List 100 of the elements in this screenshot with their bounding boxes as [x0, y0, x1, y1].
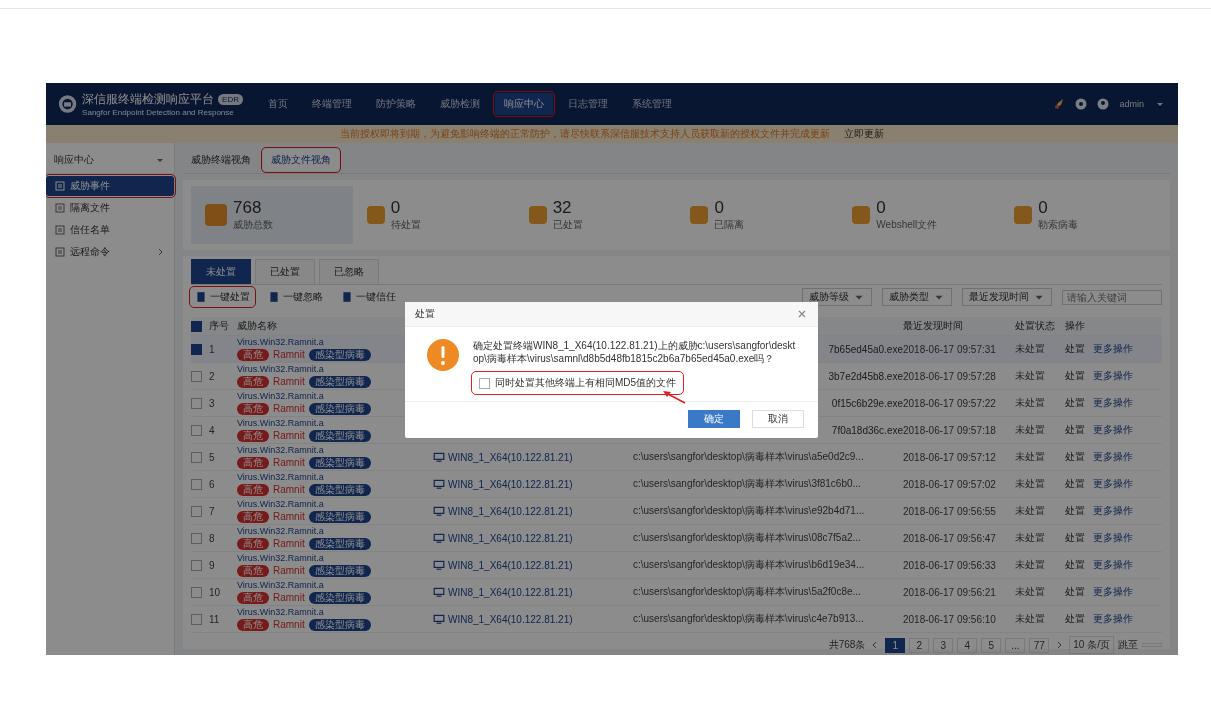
row-checkbox[interactable]	[191, 478, 202, 490]
action-link[interactable]: 处置	[1065, 585, 1085, 599]
row-checkbox[interactable]	[191, 505, 202, 517]
action-link[interactable]: 处置	[1065, 612, 1085, 626]
row-checkbox[interactable]	[191, 424, 202, 436]
table-cell-text: c:\users\sangfor\desktop\病毒样本\virus\08c7f5a2...	[633, 531, 862, 545]
row-checkbox[interactable]	[191, 613, 202, 625]
terminal-link[interactable]: WIN8_1_X64(10.122.81.21)	[433, 451, 633, 463]
nav-item[interactable]: 防护策略	[367, 93, 425, 115]
logo-title: 深信服终端检测响应平台	[82, 91, 215, 108]
search-field[interactable]: 请输入关键词	[1062, 289, 1162, 305]
more-actions-link[interactable]: 更多操作	[1093, 423, 1133, 437]
action-link[interactable]: 处置	[1065, 369, 1085, 383]
row-checkbox[interactable]	[191, 532, 202, 544]
sidebar-item[interactable]: 威胁事件	[46, 176, 174, 196]
nav-item[interactable]: 日志管理	[559, 93, 617, 115]
filter-dropdown[interactable]: 最近发现时间	[962, 288, 1052, 306]
action-link[interactable]: 处置	[1065, 531, 1085, 545]
nav-item[interactable]: 系统管理	[623, 93, 681, 115]
more-actions-link[interactable]: 更多操作	[1093, 531, 1133, 545]
toolbar-button[interactable]: 一键忽略	[264, 288, 327, 306]
stat-tile[interactable]: 768 威胁总数	[191, 186, 353, 244]
terminal-link[interactable]: WIN8_1_X64(10.122.81.21)	[433, 532, 633, 544]
view-tab[interactable]: 威胁文件视角	[263, 149, 339, 171]
confirm-button[interactable]: 确定	[688, 410, 740, 428]
monitor-icon	[433, 613, 445, 625]
page-size-select[interactable]: 10 条/页	[1069, 636, 1114, 654]
action-link[interactable]: 处置	[1065, 450, 1085, 464]
close-icon[interactable]	[796, 308, 808, 320]
threat-name-link[interactable]: Virus.Win32.Ramnit.a	[237, 526, 433, 537]
page-button[interactable]: 5	[981, 637, 1002, 653]
page-button[interactable]: 3	[933, 637, 954, 653]
sidebar-item[interactable]: 信任名单	[46, 220, 174, 240]
sidebar-item[interactable]: 远程命令	[46, 242, 174, 262]
terminal-link[interactable]: WIN8_1_X64(10.122.81.21)	[433, 559, 633, 571]
threat-name-link[interactable]: Virus.Win32.Ramnit.a	[237, 499, 433, 510]
toolbar-button[interactable]: 一键信任	[337, 288, 400, 306]
page-button[interactable]: 77	[1029, 637, 1050, 653]
more-actions-link[interactable]: 更多操作	[1093, 558, 1133, 572]
page-button[interactable]: 1	[885, 637, 906, 653]
stat-icon	[205, 204, 227, 226]
terminal-link[interactable]: WIN8_1_X64(10.122.81.21)	[433, 613, 633, 625]
row-checkbox[interactable]	[191, 343, 202, 355]
action-link[interactable]: 处置	[1065, 342, 1085, 356]
table-cell-text: 2018-06-17 09:57:31	[903, 343, 997, 355]
severity-tag: 高危	[237, 592, 269, 604]
threat-name-link[interactable]: Virus.Win32.Ramnit.a	[237, 553, 433, 564]
status-tab[interactable]: 已处置	[255, 259, 315, 284]
more-actions-link[interactable]: 更多操作	[1093, 612, 1133, 626]
page-button[interactable]: 2	[909, 637, 930, 653]
terminal-link[interactable]: WIN8_1_X64(10.122.81.21)	[433, 505, 633, 517]
row-checkbox[interactable]	[191, 370, 202, 382]
more-actions-link[interactable]: 更多操作	[1093, 450, 1133, 464]
cancel-button[interactable]: 取消	[752, 410, 804, 428]
view-tab[interactable]: 威胁终端视角	[183, 149, 259, 171]
nav-item[interactable]: 首页	[259, 93, 297, 115]
page-button[interactable]: ...	[1005, 637, 1026, 653]
option-checkbox[interactable]	[479, 377, 490, 389]
action-link[interactable]: 处置	[1065, 504, 1085, 518]
row-checkbox[interactable]	[191, 586, 202, 598]
list-icon	[54, 246, 66, 258]
more-actions-link[interactable]: 更多操作	[1093, 396, 1133, 410]
status-tab[interactable]: 未处置	[191, 259, 251, 284]
more-actions-link[interactable]: 更多操作	[1093, 585, 1133, 599]
table-cell-text: 未处置	[1015, 369, 1046, 383]
more-actions-link[interactable]: 更多操作	[1093, 504, 1133, 518]
action-link[interactable]: 处置	[1065, 423, 1085, 437]
action-link[interactable]: 处置	[1065, 558, 1085, 572]
row-checkbox[interactable]	[191, 451, 202, 463]
threat-name-link[interactable]: Virus.Win32.Ramnit.a	[237, 472, 433, 483]
table-cell-text: 7	[209, 505, 216, 517]
threat-name-link[interactable]: Virus.Win32.Ramnit.a	[237, 607, 433, 618]
threat-name-link[interactable]: Virus.Win32.Ramnit.a	[237, 580, 433, 591]
severity-tag: 高危	[237, 349, 269, 361]
checkbox-option[interactable]: 同时处置其他终端上有相同MD5值的文件	[473, 373, 683, 393]
threat-name-link[interactable]: Virus.Win32.Ramnit.a	[237, 445, 433, 456]
nav-item[interactable]: 威胁检测	[431, 93, 489, 115]
status-tab[interactable]: 已忽略	[319, 259, 379, 284]
terminal-link[interactable]: WIN8_1_X64(10.122.81.21)	[433, 586, 633, 598]
terminal-link[interactable]: WIN8_1_X64(10.122.81.21)	[433, 478, 633, 490]
toolbar-button[interactable]: 一键处置	[191, 288, 254, 306]
table-cell-text: 2018-06-17 09:57:18	[903, 424, 997, 436]
nav-item[interactable]: 响应中心	[495, 93, 553, 115]
column-header: 序号	[209, 319, 229, 333]
row-checkbox[interactable]	[191, 559, 202, 571]
more-actions-link[interactable]: 更多操作	[1093, 369, 1133, 383]
username-menu[interactable]: admin	[1119, 99, 1144, 109]
row-checkbox[interactable]	[191, 397, 202, 409]
nav-item[interactable]: 终端管理	[303, 93, 361, 115]
action-link[interactable]: 处置	[1065, 396, 1085, 410]
more-actions-link[interactable]: 更多操作	[1093, 477, 1133, 491]
sidebar-item[interactable]: 隔离文件	[46, 198, 174, 218]
notice-link[interactable]: 立即更新	[844, 127, 884, 141]
more-actions-link[interactable]: 更多操作	[1093, 342, 1133, 356]
select-all-checkbox[interactable]	[191, 320, 202, 332]
table-cell: 0f15c6b29e.exe	[831, 397, 903, 409]
column-header: 操作	[1065, 319, 1085, 333]
action-link[interactable]: 处置	[1065, 477, 1085, 491]
page-button[interactable]: 4	[957, 637, 978, 653]
filter-dropdown[interactable]: 威胁类型	[882, 288, 952, 306]
